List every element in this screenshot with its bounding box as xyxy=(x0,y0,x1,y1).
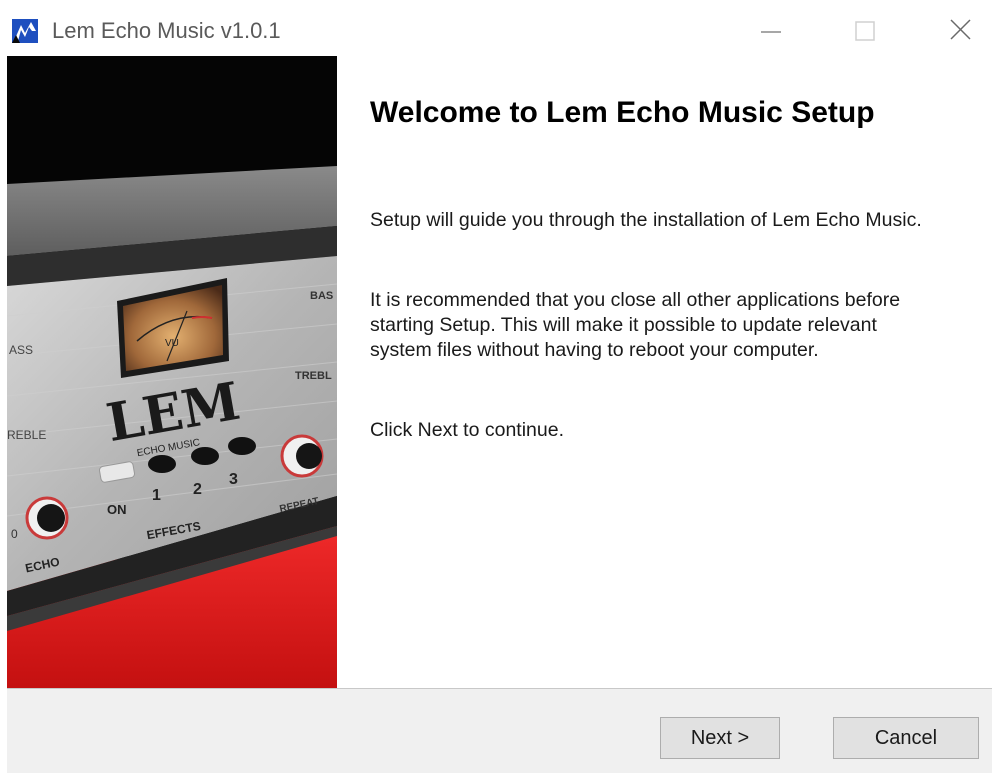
button-bar: Next > Cancel xyxy=(7,689,992,773)
close-button[interactable] xyxy=(934,6,986,52)
window-title: Lem Echo Music v1.0.1 xyxy=(52,18,281,43)
cancel-button[interactable]: Cancel xyxy=(833,717,979,759)
vu-label: VU xyxy=(165,338,179,349)
treble-label-left: REBLE xyxy=(7,428,46,442)
hero-image-panel: VU LEM ECHO MUSIC BAS TREBL ASS REBLE ON… xyxy=(7,56,337,688)
effect-1-label: 1 xyxy=(152,487,161,504)
minimize-icon xyxy=(761,31,781,33)
bass-label-left: ASS xyxy=(9,343,33,357)
close-icon xyxy=(950,19,971,40)
recommendation-text: It is recommended that you close all oth… xyxy=(370,289,901,361)
minimize-button[interactable] xyxy=(744,6,796,52)
next-button[interactable]: Next > xyxy=(660,717,780,759)
welcome-content: Welcome to Lem Echo Music Setup Setup wi… xyxy=(337,56,992,688)
continue-text: Click Next to continue. xyxy=(370,419,565,441)
zero-label: 0 xyxy=(11,527,18,541)
effect-3-label: 3 xyxy=(229,471,238,488)
maximize-icon xyxy=(855,21,875,41)
page-title: Welcome to Lem Echo Music Setup xyxy=(370,96,875,129)
intro-text: Setup will guide you through the install… xyxy=(370,209,922,231)
app-logo-icon xyxy=(12,19,38,43)
bass-label-right: BAS xyxy=(310,290,333,302)
treble-label-right: TREBL xyxy=(295,370,332,382)
on-label: ON xyxy=(107,502,127,517)
maximize-button[interactable] xyxy=(839,6,891,52)
amplifier-illustration: VU LEM ECHO MUSIC BAS TREBL ASS REBLE ON… xyxy=(7,56,337,688)
effect-2-label: 2 xyxy=(193,481,202,498)
title-bar: Lem Echo Music v1.0.1 xyxy=(0,0,992,56)
